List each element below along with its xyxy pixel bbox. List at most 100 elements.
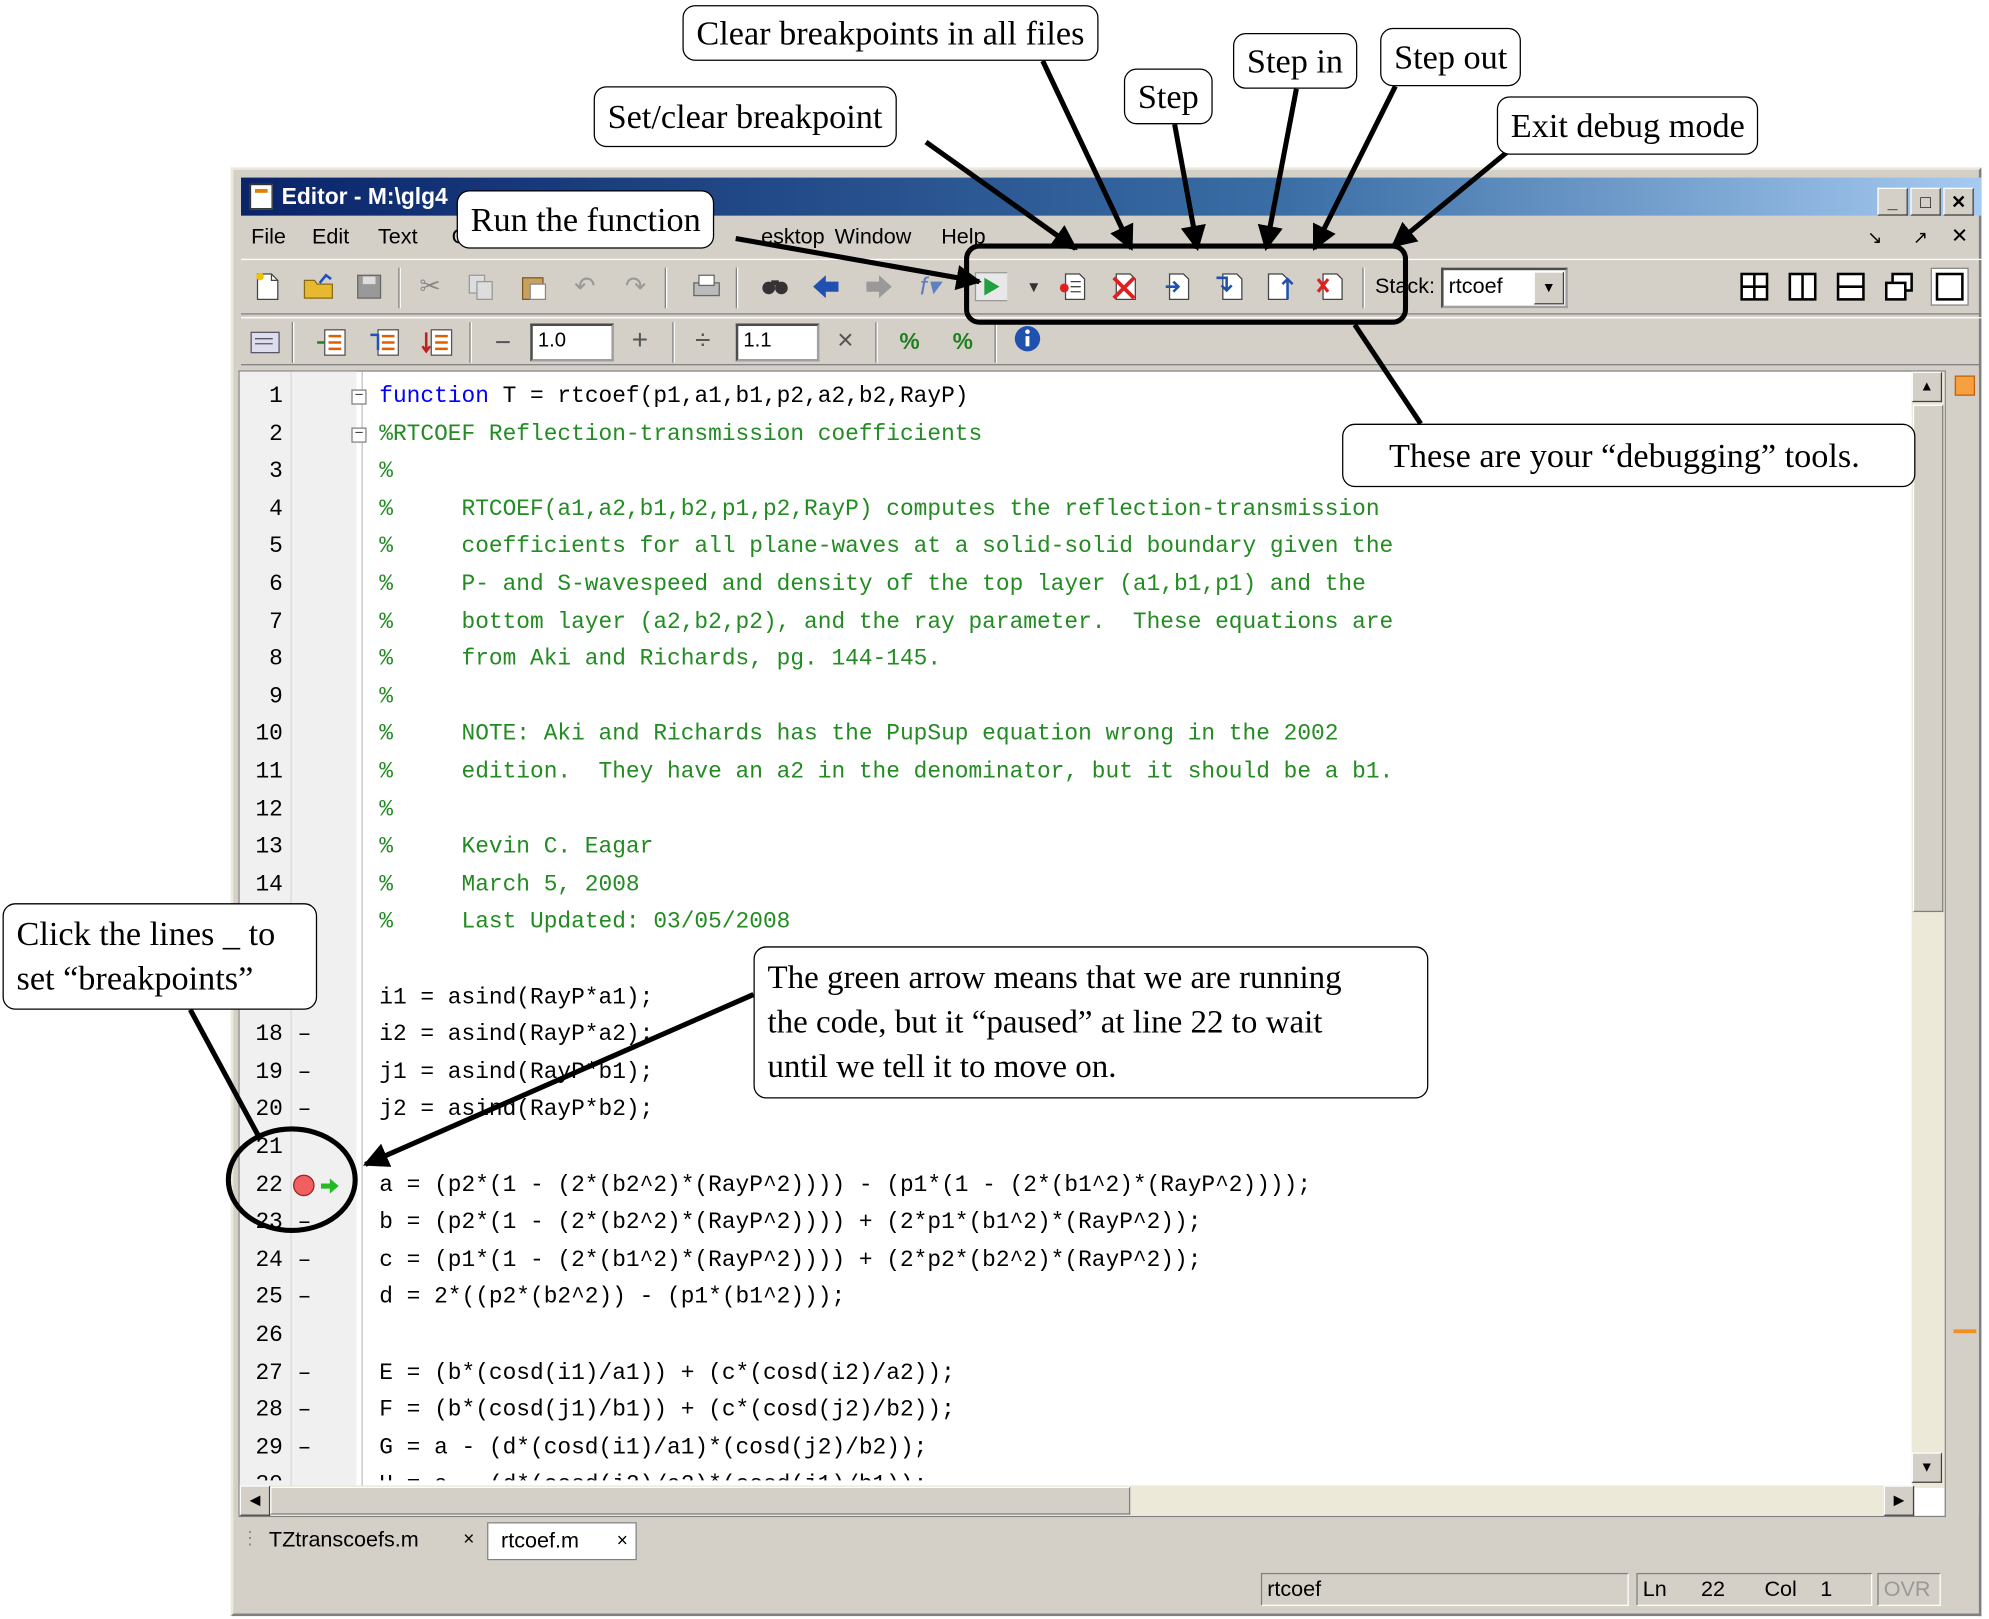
- divide-button[interactable]: ÷: [695, 323, 710, 356]
- comment-text[interactable]: % March 5, 2008: [379, 866, 639, 904]
- vertical-scroll-thumb[interactable]: [1912, 404, 1944, 913]
- comment-text[interactable]: % NOTE: Aki and Richards has the PupSup …: [379, 716, 1338, 754]
- comment-text[interactable]: %RTCOEF Reflection-transmission coeffici…: [379, 416, 982, 454]
- code-line[interactable]: 30 – H = a - (d*(cosd(i2)/a2)*(cosd(j1)/b1…: [240, 1467, 1914, 1480]
- find-icon[interactable]: [759, 270, 792, 303]
- comment-add-icon[interactable]: %: [893, 325, 926, 358]
- cut-icon[interactable]: ✂: [414, 270, 447, 303]
- code-line[interactable]: % Last Updated: 03/05/2008: [240, 904, 1914, 942]
- comment-text[interactable]: % Kevin C. Eagar: [379, 829, 653, 867]
- code-line[interactable]: 1 − function T = rtcoef(p1,a1,b1,p2,a2,b2,…: [240, 378, 1914, 416]
- eval-file-icon[interactable]: [421, 326, 454, 359]
- breakpoint-slot[interactable]: –: [296, 1392, 314, 1430]
- menu-edit[interactable]: Edit: [312, 218, 349, 256]
- step-in-icon[interactable]: [1213, 270, 1246, 303]
- open-folder-icon[interactable]: [302, 270, 335, 303]
- exit-debug-icon[interactable]: [1314, 270, 1347, 303]
- line-number[interactable]: 13: [240, 829, 282, 867]
- new-file-icon[interactable]: [251, 270, 284, 303]
- comment-text[interactable]: %: [379, 678, 393, 716]
- stack-select[interactable]: rtcoef ▼: [1441, 267, 1568, 309]
- line-number[interactable]: 10: [240, 716, 282, 754]
- eval-cell-advance-icon[interactable]: [368, 326, 401, 359]
- comment-remove-icon[interactable]: %: [946, 325, 979, 358]
- code-line[interactable]: 10 % NOTE: Aki and Richards has the PupSu…: [240, 716, 1914, 754]
- code-line[interactable]: 27– E = (b*(cosd(i1)/a1)) + (c*(cosd(i2)/…: [240, 1354, 1914, 1392]
- copy-icon[interactable]: [464, 270, 497, 303]
- print-icon[interactable]: [690, 270, 723, 303]
- line-number[interactable]: 30: [240, 1467, 282, 1480]
- code-line[interactable]: 13 % Kevin C. Eagar: [240, 829, 1914, 867]
- run-dropdown-icon[interactable]: ▼: [1017, 270, 1050, 303]
- forward-icon[interactable]: [863, 270, 896, 303]
- undo-icon[interactable]: ↶: [568, 270, 601, 303]
- code-line[interactable]: 12%: [240, 791, 1914, 829]
- code-line[interactable]: 11 % edition. They have an a2 in the deno…: [240, 753, 1914, 791]
- code-line[interactable]: 8 % from Aki and Richards, pg. 144-145.: [240, 641, 1914, 679]
- code-text[interactable]: j1 = asind(RayP*b1);: [379, 1054, 653, 1092]
- side-by-side-icon[interactable]: [1786, 270, 1819, 303]
- eval-cell-icon[interactable]: [315, 326, 348, 359]
- step-out-icon[interactable]: [1263, 270, 1296, 303]
- code-line[interactable]: 23– b = (p2*(1 - (2*(b2^2)*(RayP^2)))) + …: [240, 1204, 1914, 1242]
- breakpoint-slot[interactable]: –: [296, 1467, 314, 1480]
- menu-desktop[interactable]: esktop: [761, 218, 825, 256]
- multiply-button[interactable]: ×: [837, 323, 853, 356]
- line-number[interactable]: 14: [240, 866, 282, 904]
- warning-indicator-icon[interactable]: [1954, 375, 1976, 396]
- menu-window[interactable]: Window: [835, 218, 912, 256]
- comment-text[interactable]: % edition. They have an a2 in the denomi…: [379, 753, 1393, 791]
- line-number[interactable]: 2: [240, 416, 283, 454]
- code-text[interactable]: E = (b*(cosd(i1)/a1)) + (c*(cosd(i2)/a2)…: [379, 1354, 955, 1392]
- line-number[interactable]: 7: [240, 603, 283, 641]
- scroll-left-icon[interactable]: ◀: [239, 1485, 271, 1516]
- line-number[interactable]: 4: [240, 491, 283, 529]
- breakpoint-slot[interactable]: –: [296, 1429, 314, 1467]
- code-text[interactable]: H = a - (d*(cosd(i2)/a2)*(cosd(j1)/b1));: [379, 1467, 927, 1480]
- breakpoint-slot[interactable]: –: [296, 1242, 314, 1280]
- paste-icon[interactable]: [518, 270, 551, 303]
- tab-tztranscoefs[interactable]: TZtranscoefs.m ×: [256, 1522, 482, 1560]
- breakpoint-slot[interactable]: –: [296, 1054, 314, 1092]
- line-number[interactable]: 24: [240, 1242, 282, 1280]
- comment-text[interactable]: % RTCOEF(a1,a2,b1,b2,p1,p2,RayP) compute…: [379, 491, 1379, 529]
- float-icon[interactable]: [1882, 270, 1915, 303]
- line-number[interactable]: 18: [240, 1016, 282, 1054]
- comment-text[interactable]: % bottom layer (a2,b2,p2), and the ray p…: [379, 603, 1393, 641]
- line-number[interactable]: 19: [240, 1054, 282, 1092]
- code-text[interactable]: a = (p2*(1 - (2*(b2^2)*(RayP^2)))) - (p1…: [379, 1167, 1311, 1205]
- line-number[interactable]: 26: [240, 1317, 282, 1355]
- comment-text[interactable]: % P- and S-wavespeed and density of the …: [379, 566, 1366, 604]
- divide-value-field[interactable]: 1.1: [735, 323, 820, 362]
- run-icon[interactable]: [974, 270, 1008, 303]
- tab-close-icon[interactable]: ×: [463, 1522, 474, 1558]
- scroll-down-icon[interactable]: ▼: [1911, 1452, 1943, 1483]
- code-text[interactable]: b = (p2*(1 - (2*(b2^2)*(RayP^2)))) + (2*…: [379, 1204, 1201, 1242]
- step-icon[interactable]: [1162, 270, 1195, 303]
- vertical-scrollbar[interactable]: ▲ ▼: [1911, 371, 1945, 1488]
- dock-icon[interactable]: ↗: [1913, 218, 1928, 256]
- code-editor[interactable]: 1 − function T = rtcoef(p1,a1,b1,p2,a2,b2,…: [238, 370, 1946, 1518]
- line-number[interactable]: 12: [240, 791, 282, 829]
- decrement-value-field[interactable]: 1.0: [530, 323, 614, 362]
- decrement-button[interactable]: −: [495, 326, 511, 359]
- breakpoint-slot[interactable]: –: [296, 1354, 314, 1392]
- horizontal-scroll-thumb[interactable]: [270, 1486, 1131, 1515]
- code-text[interactable]: function T = rtcoef(p1,a1,b1,p2,a2,b2,Ra…: [379, 378, 968, 416]
- maximize-button[interactable]: □: [1910, 187, 1941, 216]
- tab-close-icon[interactable]: ×: [617, 1523, 628, 1559]
- menu-text[interactable]: Text: [378, 218, 418, 256]
- code-line[interactable]: 14 % March 5, 2008: [240, 866, 1914, 904]
- function-icon[interactable]: f▾: [913, 270, 946, 303]
- save-icon[interactable]: [353, 270, 386, 303]
- breakpoint-slot[interactable]: –: [296, 1204, 314, 1242]
- code-area[interactable]: 1 − function T = rtcoef(p1,a1,b1,p2,a2,b2,…: [240, 372, 1914, 1480]
- horizontal-scrollbar[interactable]: ◀ ▶: [239, 1485, 1915, 1516]
- line-number[interactable]: 21: [240, 1129, 282, 1167]
- breakpoint-slot[interactable]: –: [296, 1091, 314, 1129]
- chevron-down-icon[interactable]: ▼: [1533, 271, 1565, 305]
- help-icon[interactable]: [1012, 323, 1045, 356]
- line-number[interactable]: 8: [240, 641, 283, 679]
- line-number[interactable]: 9: [240, 678, 283, 716]
- code-line[interactable]: 25– d = 2*((p2*(b2^2)) - (p1*(b1^2)));: [240, 1279, 1914, 1317]
